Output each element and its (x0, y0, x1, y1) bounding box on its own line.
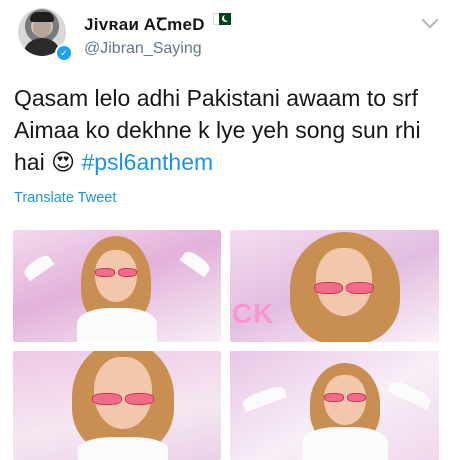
user-handle[interactable]: @Jibran_Saying (84, 40, 202, 58)
photo-overlay-text: CK (232, 298, 275, 329)
photo-4[interactable] (230, 351, 439, 460)
media-grid: CK (13, 230, 439, 460)
verified-badge-icon: ✓ (55, 44, 73, 62)
photo-2[interactable]: CK (230, 230, 439, 342)
avatar-hair (30, 12, 54, 22)
pakistan-flag-icon (213, 13, 231, 25)
translate-tweet-link[interactable]: Translate Tweet (14, 190, 116, 206)
tweet-body: Qasam lelo adhi Pakistani awaam to srf A… (14, 85, 421, 175)
hashtag-link[interactable]: #psl6anthem (81, 149, 213, 175)
chevron-down-icon[interactable] (421, 11, 439, 29)
photo-1[interactable] (13, 230, 221, 342)
heart-eyes-emoji: 😍 (51, 150, 76, 176)
tweet-text: Qasam lelo adhi Pakistani awaam to srf A… (14, 82, 439, 179)
photo-3[interactable] (13, 351, 221, 460)
display-name[interactable]: Jiᴠʀaᴎ AꞆmeD (84, 12, 205, 35)
